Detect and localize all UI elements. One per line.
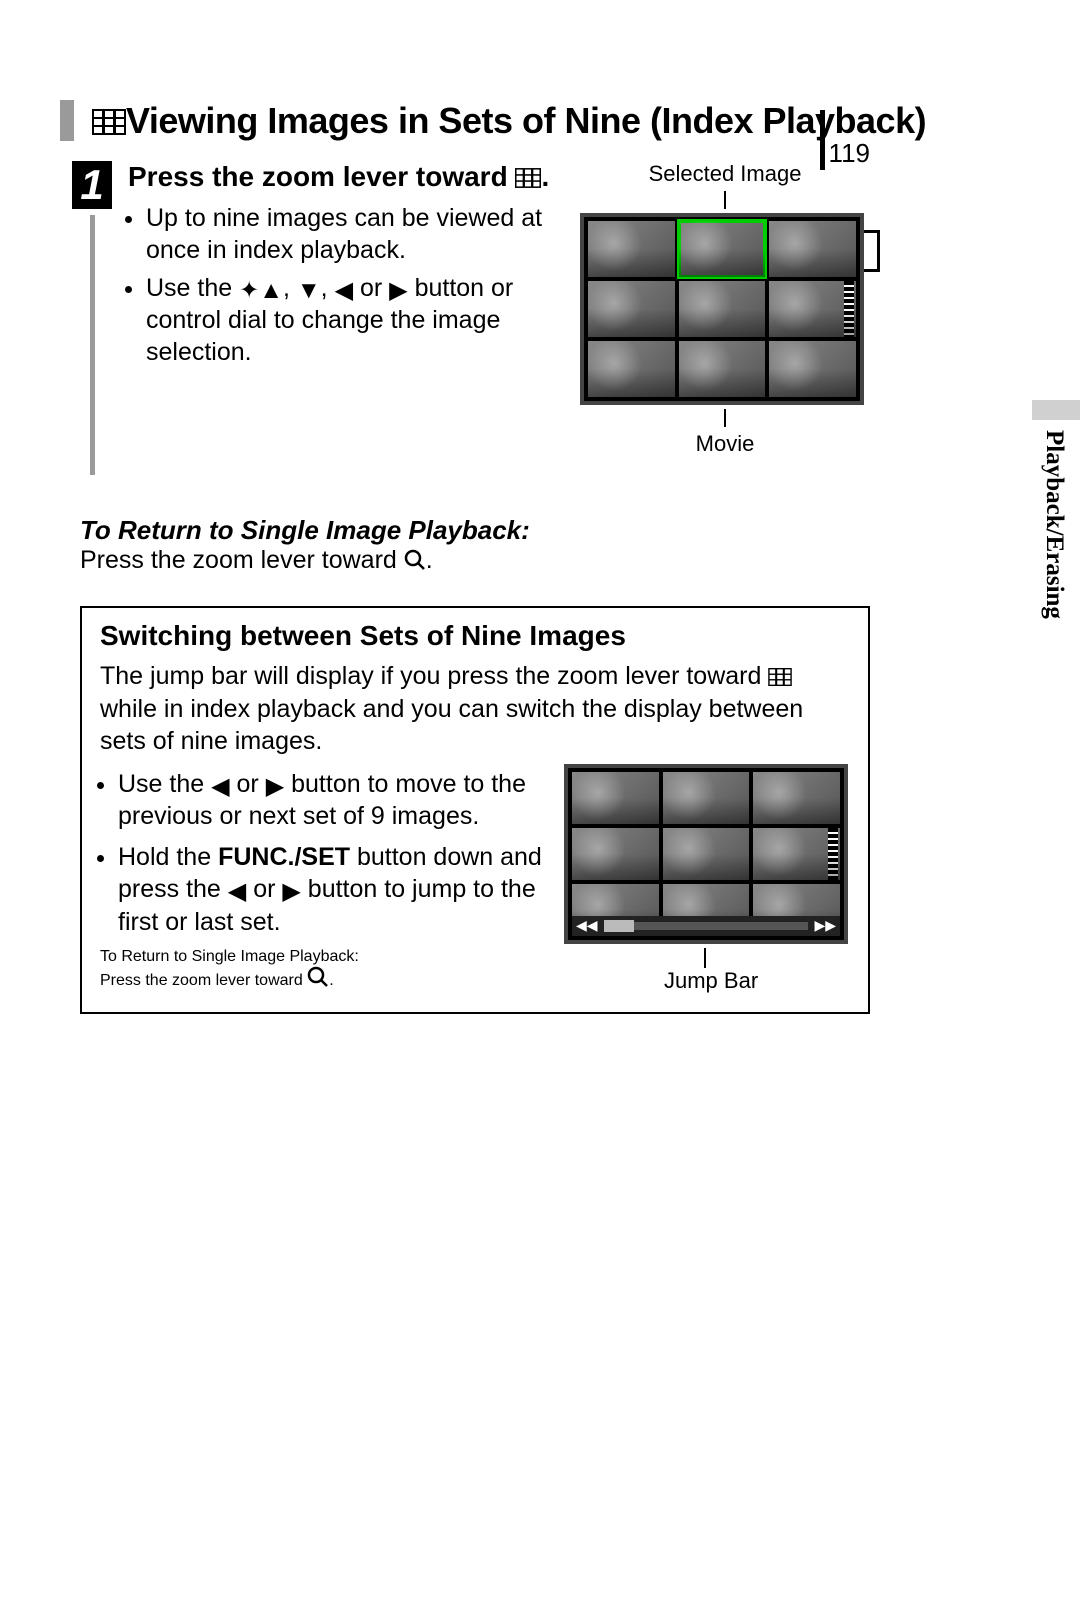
step-number: 1 xyxy=(72,161,112,209)
box-bullet-2: Hold the FUNC./SET button down and press… xyxy=(118,841,552,939)
down-arrow-icon: ▼ xyxy=(297,279,321,303)
box-bullet-1: Use the ◀ or ▶ button to move to the pre… xyxy=(118,768,552,833)
jump-bar-label: Jump Bar xyxy=(664,968,850,994)
jump-prev-icon xyxy=(576,917,598,934)
index-preview-figure: Selected Image Movie xyxy=(580,161,870,475)
left-arrow-icon: ◀ xyxy=(228,880,246,904)
up-arrow-icon: ✦ xyxy=(239,279,259,303)
jump-bar xyxy=(572,916,840,936)
jump-next-icon xyxy=(814,917,836,934)
left-arrow-icon: ◀ xyxy=(335,279,353,303)
box-return-heading: To Return to Single Image Playback: xyxy=(100,948,552,966)
switching-sets-box: Switching between Sets of Nine Images Th… xyxy=(80,606,870,1014)
index-grid-icon xyxy=(515,168,541,188)
index-grid-icon xyxy=(768,668,792,686)
magnify-icon xyxy=(307,966,329,993)
movie-filmstrip-icon xyxy=(844,281,854,337)
section-title-text: Viewing Images in Sets of Nine (Index Pl… xyxy=(126,100,926,141)
side-tab-label: Playback/Erasing xyxy=(1040,430,1068,619)
index-thumbnail-grid xyxy=(580,213,864,405)
section-title: Viewing Images in Sets of Nine (Index Pl… xyxy=(60,100,1020,141)
return-instruction: To Return to Single Image Playback: Pres… xyxy=(80,515,870,578)
box-intro: The jump bar will display if you press t… xyxy=(100,660,850,758)
index-grid-icon xyxy=(92,109,126,135)
left-arrow-icon: ◀ xyxy=(211,775,229,799)
step-guide-line xyxy=(90,215,95,475)
selected-image-label: Selected Image xyxy=(580,161,870,187)
page-number: 119 xyxy=(829,138,870,169)
magnify-icon xyxy=(404,549,426,578)
up-arrow-icon: ▲ xyxy=(259,279,283,303)
selected-thumbnail xyxy=(679,221,766,277)
box-heading: Switching between Sets of Nine Images xyxy=(100,620,850,652)
box-return-body: Press the zoom lever toward . xyxy=(100,966,552,993)
jump-bar-figure: Jump Bar xyxy=(564,764,850,994)
step-1: 1 Press the zoom lever toward . Up to ni… xyxy=(72,161,870,475)
return-heading: To Return to Single Image Playback: xyxy=(80,515,870,546)
step-bullet-1: Up to nine images can be viewed at once … xyxy=(146,202,564,266)
movie-label: Movie xyxy=(580,431,870,457)
right-arrow-icon: ▶ xyxy=(282,880,300,904)
step-bullet-2: Use the ✦pad▲, ▼, ◀ or ▶ button or contr… xyxy=(146,272,564,368)
step-heading: Press the zoom lever toward . xyxy=(128,161,564,193)
page-number-divider xyxy=(820,110,825,170)
right-arrow-icon: ▶ xyxy=(389,279,407,303)
right-arrow-icon: ▶ xyxy=(266,775,284,799)
